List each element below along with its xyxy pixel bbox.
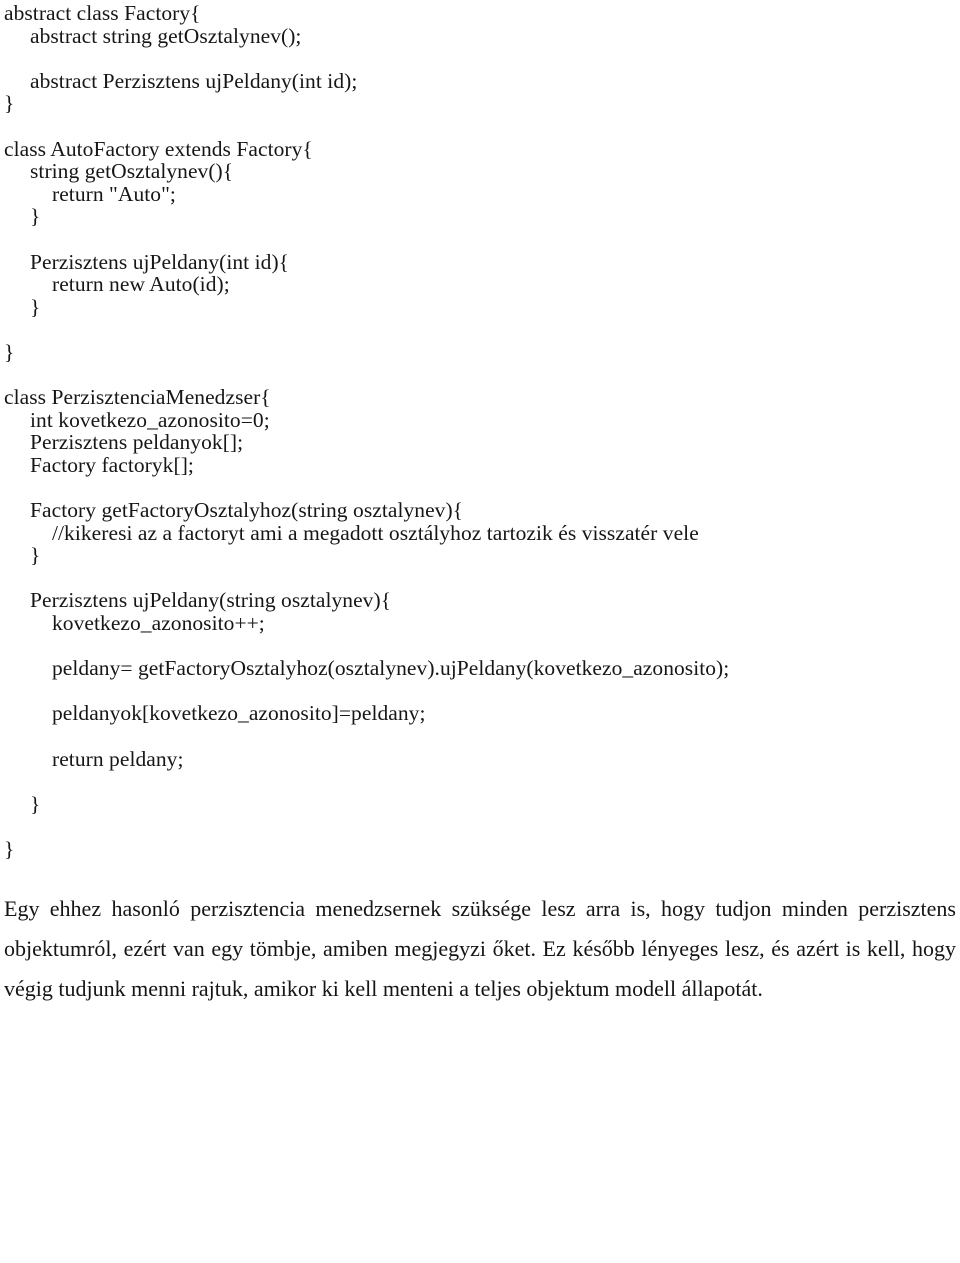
- code-line: }: [30, 791, 41, 816]
- document-page: abstract class Factory{abstract string g…: [0, 0, 960, 1263]
- code-line: abstract string getOsztalynev();: [30, 23, 302, 48]
- code-line: Perzisztens ujPeldany(string osztalynev)…: [30, 588, 392, 613]
- code-line: kovetkezo_azonosito++;: [52, 611, 265, 636]
- code-line: return "Auto";: [52, 181, 176, 206]
- code-line: class AutoFactory extends Factory{: [4, 136, 313, 161]
- code-line: }: [4, 91, 15, 116]
- code-line: peldanyok[kovetkezo_azonosito]=peldany;: [52, 701, 426, 726]
- code-line: }: [30, 204, 41, 229]
- code-line: }: [30, 294, 41, 319]
- code-line: abstract class Factory{: [4, 1, 201, 25]
- code-line: //kikeresi az a factoryt ami a megadott …: [52, 520, 699, 545]
- code-line: peldany= getFactoryOsztalyhoz(osztalynev…: [52, 656, 730, 681]
- code-line: Factory factoryk[];: [30, 452, 194, 477]
- code-line: Perzisztens peldanyok[];: [30, 430, 244, 455]
- code-listing: abstract class Factory{abstract string g…: [4, 0, 956, 861]
- code-line: return new Auto(id);: [52, 272, 230, 297]
- code-line: abstract Perzisztens ujPeldany(int id);: [30, 68, 358, 93]
- code-line: Factory getFactoryOsztalyhoz(string oszt…: [30, 498, 464, 523]
- code-line: Perzisztens ujPeldany(int id){: [30, 249, 290, 274]
- code-line: }: [4, 339, 15, 364]
- code-line: class PerzisztenciaMenedzser{: [4, 385, 271, 410]
- body-paragraph: Egy ehhez hasonló perzisztencia menedzse…: [4, 895, 956, 1001]
- code-line: int kovetkezo_azonosito=0;: [30, 407, 270, 432]
- code-line: }: [4, 836, 15, 861]
- code-line: string getOsztalynev(){: [30, 159, 234, 184]
- code-line: }: [30, 543, 41, 568]
- code-line: return peldany;: [52, 746, 184, 771]
